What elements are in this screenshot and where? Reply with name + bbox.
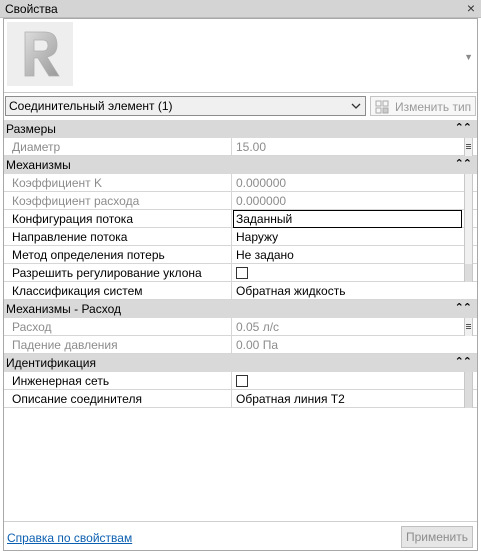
allow-slope-adjustment-cell <box>233 264 462 281</box>
property-name: Диаметр <box>4 138 232 155</box>
collapse-icon[interactable]: ⌃⌃ <box>455 301 472 314</box>
property-name: Расход <box>4 318 232 335</box>
category-identification[interactable]: Идентификация ⌃⌃ <box>4 354 477 372</box>
scrollbar-thumb[interactable] <box>464 372 473 390</box>
category-label: Механизмы <box>6 158 71 172</box>
element-type-selector[interactable]: Соединительный элемент (1) <box>5 96 366 116</box>
edit-type-button[interactable]: Изменить тип <box>370 96 476 116</box>
property-name: Описание соединителя <box>4 390 232 407</box>
category-dimensions[interactable]: Размеры ⌃⌃ <box>4 120 477 138</box>
property-row-pressure-drop: Падение давления 0.00 Па <box>4 336 477 354</box>
category-mechanisms-flow[interactable]: Механизмы - Расход ⌃⌃ <box>4 300 477 318</box>
panel-footer: Справка по свойствам Применить <box>4 521 477 550</box>
edit-type-label: Изменить тип <box>395 100 472 114</box>
properties-panel: ▼ Соединительный элемент (1) Изменить ти… <box>3 18 478 551</box>
property-value: 0.000000 <box>236 194 287 208</box>
property-row-loss-method[interactable]: Метод определения потерь Не задано <box>4 246 477 264</box>
property-name: Классификация систем <box>4 282 232 299</box>
close-icon[interactable]: × <box>467 0 475 16</box>
property-value: 0.00 Па <box>236 338 278 352</box>
property-row-k-coefficient: Коэффициент K 0.000000 <box>4 174 477 192</box>
edit-type-icon <box>375 100 389 114</box>
collapse-icon[interactable]: ⌃⌃ <box>455 355 472 368</box>
scrollbar-track[interactable] <box>464 210 473 228</box>
scrollbar-thumb[interactable] <box>464 390 473 408</box>
property-name: Метод определения потерь <box>4 246 232 263</box>
property-row-diameter: Диаметр 15.00 <box>4 138 477 156</box>
chevron-down-icon <box>351 103 361 109</box>
flow-direction-field[interactable]: Наружу <box>233 228 462 245</box>
scrollbar-track[interactable] <box>464 228 473 246</box>
properties-help-link[interactable]: Справка по свойствам <box>7 531 132 545</box>
scrollbar-track[interactable] <box>464 246 473 264</box>
scrollbar-thumb[interactable] <box>464 138 473 156</box>
connector-description-field[interactable]: Обратная линия Т2 <box>233 390 462 407</box>
type-dropdown-arrow-icon[interactable]: ▼ <box>464 52 473 62</box>
property-row-utility-network[interactable]: Инженерная сеть <box>4 372 477 390</box>
property-value: 15.00 <box>236 140 267 154</box>
property-name: Направление потока <box>4 228 232 245</box>
property-row-flow-direction[interactable]: Направление потока Наружу <box>4 228 477 246</box>
loss-method-field[interactable]: Не задано <box>233 246 462 263</box>
scrollbar-thumb[interactable] <box>464 264 473 282</box>
property-value: 0.000000 <box>236 176 287 190</box>
property-name: Коэффициент расхода <box>4 192 232 209</box>
title-bar: Свойства × <box>0 0 481 18</box>
property-row-connector-description[interactable]: Описание соединителя Обратная линия Т2 <box>4 390 477 408</box>
collapse-icon[interactable]: ⌃⌃ <box>455 121 472 134</box>
collapse-icon[interactable]: ⌃⌃ <box>455 157 472 170</box>
properties-grid: Размеры ⌃⌃ Диаметр 15.00 Механизмы ⌃⌃ Ко… <box>4 120 477 408</box>
property-row-system-classification[interactable]: Классификация систем Обратная жидкость <box>4 282 477 300</box>
flow-configuration-field[interactable]: Заданный <box>233 210 462 228</box>
window-title: Свойства <box>5 2 58 16</box>
utility-network-checkbox[interactable] <box>236 375 248 387</box>
property-name: Конфигурация потока <box>4 210 232 227</box>
category-label: Механизмы - Расход <box>6 302 122 316</box>
property-name: Падение давления <box>4 336 232 353</box>
system-classification-field[interactable]: Обратная жидкость <box>233 282 462 299</box>
property-name: Инженерная сеть <box>4 372 232 389</box>
scrollbar-track[interactable] <box>464 174 473 192</box>
revit-family-icon <box>7 22 73 86</box>
selector-row: Соединительный элемент (1) Изменить тип <box>4 95 477 117</box>
scrollbar-track[interactable] <box>464 192 473 210</box>
property-name: Коэффициент K <box>4 174 232 191</box>
property-row-flow-coefficient: Коэффициент расхода 0.000000 <box>4 192 477 210</box>
selected-element-type: Соединительный элемент (1) <box>9 99 173 113</box>
scrollbar-thumb[interactable] <box>464 318 473 336</box>
apply-button[interactable]: Применить <box>401 526 473 548</box>
property-value: 0.05 л/с <box>236 320 280 334</box>
utility-network-cell <box>233 372 462 389</box>
type-preview-area[interactable]: ▼ <box>4 19 477 93</box>
property-row-allow-slope-adjustment[interactable]: Разрешить регулирование уклона <box>4 264 477 282</box>
property-row-flow: Расход 0.05 л/с <box>4 318 477 336</box>
allow-slope-adjustment-checkbox[interactable] <box>236 267 248 279</box>
property-name: Разрешить регулирование уклона <box>4 264 232 281</box>
category-mechanisms[interactable]: Механизмы ⌃⌃ <box>4 156 477 174</box>
category-label: Идентификация <box>6 356 96 370</box>
category-label: Размеры <box>6 122 56 136</box>
property-row-flow-configuration[interactable]: Конфигурация потока Заданный <box>4 210 477 228</box>
